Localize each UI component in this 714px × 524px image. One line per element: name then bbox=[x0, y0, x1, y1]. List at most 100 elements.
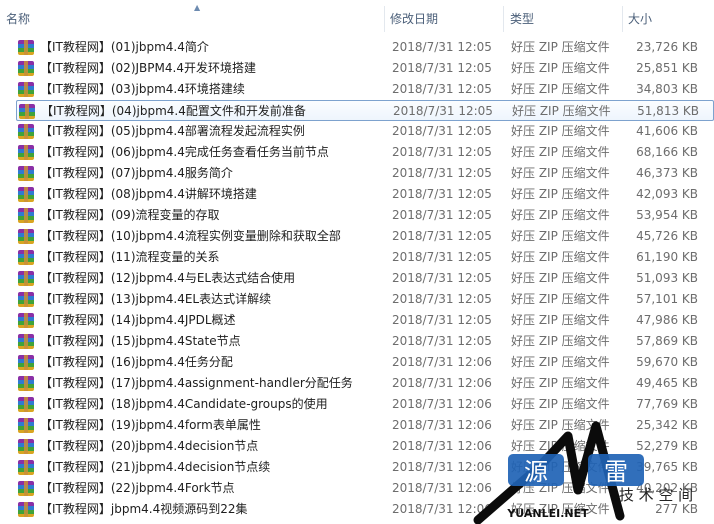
winrar-archive-icon bbox=[18, 376, 34, 391]
winrar-archive-icon bbox=[18, 271, 34, 286]
file-type: 好压 ZIP 压缩文件 bbox=[511, 292, 610, 306]
file-row[interactable]: 【IT教程网】(09)流程变量的存取 2018/7/31 12:05 好压 ZIP … bbox=[16, 205, 714, 226]
file-type: 好压 ZIP 压缩文件 bbox=[512, 104, 611, 118]
file-row[interactable]: 【IT教程网】(14)jbpm4.4JPDL概述 2018/7/31 12:05 好… bbox=[16, 310, 714, 331]
file-name: 【IT教程网】(01)jbpm4.4简介 bbox=[40, 40, 209, 54]
file-name: 【IT教程网】(15)jbpm4.4State节点 bbox=[40, 334, 241, 348]
file-name: 【IT教程网】(11)流程变量的关系 bbox=[40, 250, 220, 264]
file-size: 57,101 KB bbox=[636, 292, 698, 306]
file-row[interactable]: 【IT教程网】(06)jbpm4.4完成任务查看任务当前节点 2018/7/31 … bbox=[16, 142, 714, 163]
file-date: 2018/7/31 12:05 bbox=[392, 313, 492, 327]
file-name: 【IT教程网】(18)jbpm4.4Candidate-groups的使用 bbox=[40, 397, 328, 411]
file-type: 好压 ZIP 压缩文件 bbox=[511, 271, 610, 285]
winrar-archive-icon bbox=[18, 292, 34, 307]
file-size: 47,986 KB bbox=[636, 313, 698, 327]
winrar-archive-icon bbox=[18, 334, 34, 349]
file-row[interactable]: 【IT教程网】(17)jbpm4.4assignment-handler分配任务… bbox=[16, 373, 714, 394]
file-size: 53,954 KB bbox=[636, 208, 698, 222]
file-size: 46,373 KB bbox=[636, 166, 698, 180]
winrar-archive-icon bbox=[18, 481, 34, 496]
winrar-archive-icon bbox=[18, 418, 34, 433]
winrar-archive-icon bbox=[18, 460, 34, 475]
winrar-archive-icon bbox=[18, 397, 34, 412]
watermark-subtitle: 技 术 空 间 bbox=[619, 486, 693, 504]
file-date: 2018/7/31 12:05 bbox=[392, 187, 492, 201]
column-header-type[interactable]: 类型 bbox=[504, 0, 622, 32]
winrar-archive-icon bbox=[18, 313, 34, 328]
watermark-url: YUANLEI.NET bbox=[506, 507, 589, 520]
file-name: 【IT教程网】(08)jbpm4.4讲解环境搭建 bbox=[40, 187, 257, 201]
file-date: 2018/7/31 12:05 bbox=[392, 208, 492, 222]
file-row[interactable]: 【IT教程网】(13)jbpm4.4EL表达式详解续 2018/7/31 12:0… bbox=[16, 289, 714, 310]
file-row[interactable]: 【IT教程网】(11)流程变量的关系 2018/7/31 12:05 好压 ZIP … bbox=[16, 247, 714, 268]
file-date: 2018/7/31 12:05 bbox=[392, 145, 492, 159]
file-type: 好压 ZIP 压缩文件 bbox=[511, 229, 610, 243]
file-size: 68,166 KB bbox=[636, 145, 698, 159]
file-name: 【IT教程网】(17)jbpm4.4assignment-handler分配任务 bbox=[40, 376, 353, 390]
file-name: 【IT教程网】(09)流程变量的存取 bbox=[40, 208, 220, 222]
file-size: 61,190 KB bbox=[636, 250, 698, 264]
file-row[interactable]: 【IT教程网】(02)JBPM4.4开发环境搭建 2018/7/31 12:05 好… bbox=[16, 58, 714, 79]
file-type: 好压 ZIP 压缩文件 bbox=[511, 82, 610, 96]
file-row[interactable]: 【IT教程网】(10)jbpm4.4流程实例变量删除和获取全部 2018/7/31… bbox=[16, 226, 714, 247]
file-row[interactable]: 【IT教程网】(07)jbpm4.4服务简介 2018/7/31 12:05 好压 … bbox=[16, 163, 714, 184]
file-date: 2018/7/31 12:05 bbox=[392, 271, 492, 285]
winrar-archive-icon bbox=[18, 439, 34, 454]
winrar-archive-icon bbox=[19, 104, 35, 119]
file-name: 【IT教程网】(10)jbpm4.4流程实例变量删除和获取全部 bbox=[40, 229, 341, 243]
file-type: 好压 ZIP 压缩文件 bbox=[511, 334, 610, 348]
file-row[interactable]: 【IT教程网】(04)jbpm4.4配置文件和开发前准备 2018/7/31 12… bbox=[16, 100, 714, 121]
file-date: 2018/7/31 12:05 bbox=[392, 334, 492, 348]
file-row[interactable]: 【IT教程网】(08)jbpm4.4讲解环境搭建 2018/7/31 12:05 好… bbox=[16, 184, 714, 205]
file-date: 2018/7/31 12:05 bbox=[393, 104, 493, 118]
file-type: 好压 ZIP 压缩文件 bbox=[511, 61, 610, 75]
file-type: 好压 ZIP 压缩文件 bbox=[511, 124, 610, 138]
column-header-date-label: 修改日期 bbox=[390, 12, 439, 26]
column-header-size[interactable]: 大小 bbox=[622, 0, 714, 32]
file-name: 【IT教程网】(14)jbpm4.4JPDL概述 bbox=[40, 313, 236, 327]
file-type: 好压 ZIP 压缩文件 bbox=[511, 208, 610, 222]
file-name: 【IT教程网】(21)jbpm4.4decision节点续 bbox=[40, 460, 271, 474]
file-row[interactable]: 【IT教程网】(16)jbpm4.4任务分配 2018/7/31 12:06 好压 … bbox=[16, 352, 714, 373]
column-header-date[interactable]: 修改日期 bbox=[384, 0, 504, 32]
file-name: 【IT教程网】(03)jbpm4.4环境搭建续 bbox=[40, 82, 245, 96]
winrar-archive-icon bbox=[18, 229, 34, 244]
file-row[interactable]: 【IT教程网】(15)jbpm4.4State节点 2018/7/31 12:05… bbox=[16, 331, 714, 352]
file-row[interactable]: 【IT教程网】(03)jbpm4.4环境搭建续 2018/7/31 12:05 好压… bbox=[16, 79, 714, 100]
file-type: 好压 ZIP 压缩文件 bbox=[511, 376, 610, 390]
watermark-char2: 雷 bbox=[604, 458, 628, 486]
file-type: 好压 ZIP 压缩文件 bbox=[511, 250, 610, 264]
file-row[interactable]: 【IT教程网】(12)jbpm4.4与EL表达式结合使用 2018/7/31 12… bbox=[16, 268, 714, 289]
column-header-name-label: 名称 bbox=[6, 12, 31, 26]
file-name: 【IT教程网】(02)JBPM4.4开发环境搭建 bbox=[40, 61, 256, 75]
file-name: 【IT教程网】(05)jbpm4.4部署流程发起流程实例 bbox=[40, 124, 305, 138]
file-date: 2018/7/31 12:05 bbox=[392, 166, 492, 180]
watermark-logo: 源 雷 技 术 空 间 YUANLEI.NET bbox=[473, 421, 693, 524]
file-type: 好压 ZIP 压缩文件 bbox=[511, 355, 610, 369]
file-size: 25,851 KB bbox=[636, 61, 698, 75]
file-date: 2018/7/31 12:06 bbox=[392, 376, 492, 390]
winrar-archive-icon bbox=[18, 355, 34, 370]
column-header-name[interactable]: 名称 bbox=[0, 0, 384, 32]
file-type: 好压 ZIP 压缩文件 bbox=[511, 40, 610, 54]
file-date: 2018/7/31 12:05 bbox=[392, 61, 492, 75]
file-row[interactable]: 【IT教程网】(05)jbpm4.4部署流程发起流程实例 2018/7/31 12… bbox=[16, 121, 714, 142]
file-name: 【IT教程网】jbpm4.4视频源码到22集 bbox=[40, 502, 248, 516]
winrar-archive-icon bbox=[18, 61, 34, 76]
file-type: 好压 ZIP 压缩文件 bbox=[511, 187, 610, 201]
file-name: 【IT教程网】(04)jbpm4.4配置文件和开发前准备 bbox=[41, 104, 306, 118]
file-type: 好压 ZIP 压缩文件 bbox=[511, 397, 610, 411]
file-date: 2018/7/31 12:06 bbox=[392, 397, 492, 411]
file-row[interactable]: 【IT教程网】(18)jbpm4.4Candidate-groups的使用 201… bbox=[16, 394, 714, 415]
file-size: 42,093 KB bbox=[636, 187, 698, 201]
file-date: 2018/7/31 12:05 bbox=[392, 40, 492, 54]
file-size: 49,465 KB bbox=[636, 376, 698, 390]
watermark-char1: 源 bbox=[524, 458, 548, 486]
file-row[interactable]: 【IT教程网】(01)jbpm4.4简介 2018/7/31 12:05 好压 ZI… bbox=[16, 37, 714, 58]
file-size: 34,803 KB bbox=[636, 82, 698, 96]
file-name: 【IT教程网】(06)jbpm4.4完成任务查看任务当前节点 bbox=[40, 145, 329, 159]
file-date: 2018/7/31 12:05 bbox=[392, 82, 492, 96]
column-header: ▲ 名称 修改日期 类型 大小 bbox=[0, 0, 714, 32]
file-name: 【IT教程网】(12)jbpm4.4与EL表达式结合使用 bbox=[40, 271, 296, 285]
file-size: 23,726 KB bbox=[636, 40, 698, 54]
